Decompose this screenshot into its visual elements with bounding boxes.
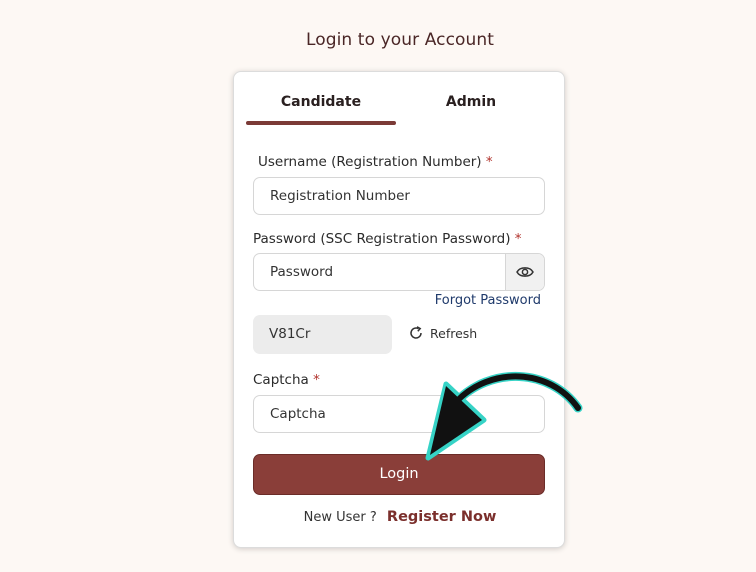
tab-admin[interactable]: Admin bbox=[396, 94, 546, 110]
password-input[interactable]: Password bbox=[270, 254, 333, 290]
new-user-row: New User ? Register Now bbox=[234, 509, 566, 525]
password-label: Password (SSC Registration Password) * bbox=[253, 231, 522, 247]
username-label-text: Username (Registration Number) bbox=[258, 154, 482, 170]
active-tab-indicator bbox=[246, 121, 396, 125]
eye-icon bbox=[516, 267, 534, 277]
captcha-label-text: Captcha bbox=[253, 372, 309, 388]
password-label-text: Password (SSC Registration Password) bbox=[253, 231, 511, 247]
username-input[interactable]: Registration Number bbox=[253, 177, 545, 215]
required-mark: * bbox=[313, 372, 320, 388]
page-title: Login to your Account bbox=[305, 30, 495, 50]
username-label: Username (Registration Number) * bbox=[258, 154, 493, 170]
login-card: Candidate Admin Username (Registration N… bbox=[233, 71, 565, 548]
captcha-code: V81Cr bbox=[253, 315, 392, 354]
required-mark: * bbox=[485, 154, 493, 170]
captcha-label: Captcha * bbox=[253, 372, 320, 388]
captcha-input[interactable]: Captcha bbox=[253, 395, 545, 433]
refresh-label: Refresh bbox=[430, 325, 478, 341]
required-mark: * bbox=[514, 231, 522, 247]
password-field: Password bbox=[253, 253, 545, 291]
tab-candidate[interactable]: Candidate bbox=[246, 94, 396, 110]
refresh-icon bbox=[410, 326, 422, 339]
register-now-link[interactable]: Register Now bbox=[387, 509, 496, 525]
toggle-password-visibility-button[interactable] bbox=[505, 254, 544, 290]
refresh-captcha-button[interactable]: Refresh bbox=[408, 325, 477, 341]
forgot-password-link[interactable]: Forgot Password bbox=[435, 293, 541, 308]
new-user-text: New User ? bbox=[303, 510, 377, 525]
login-button[interactable]: Login bbox=[253, 454, 545, 495]
